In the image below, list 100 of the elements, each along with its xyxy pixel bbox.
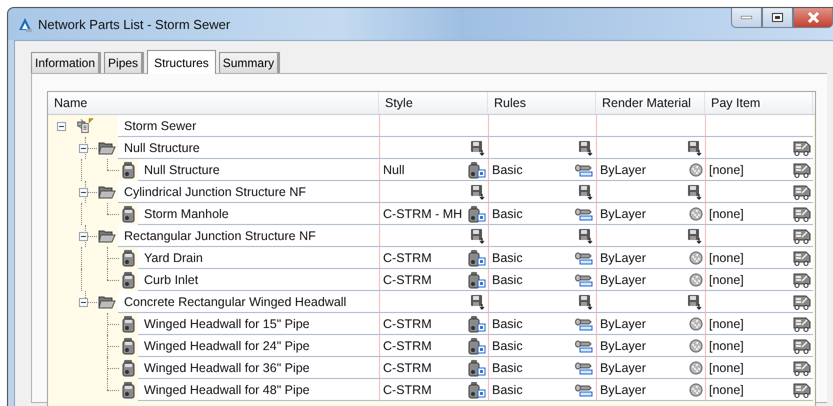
close-button[interactable] bbox=[793, 8, 833, 28]
maximize-button[interactable] bbox=[762, 8, 793, 28]
floppy-icon[interactable] bbox=[578, 184, 594, 200]
style-value: C-STRM bbox=[383, 316, 432, 330]
floppy-icon[interactable] bbox=[578, 228, 594, 244]
pay-item-value: [none] bbox=[709, 316, 744, 330]
collapse-icon[interactable] bbox=[78, 188, 88, 196]
style-value: C-STRM bbox=[383, 250, 432, 264]
render-material-value: ByLayer bbox=[600, 360, 646, 374]
floppy-icon[interactable] bbox=[470, 140, 486, 156]
render-material-value: ByLayer bbox=[600, 272, 646, 286]
collapse-icon[interactable] bbox=[78, 144, 88, 152]
style-value: C-STRM bbox=[383, 272, 432, 286]
cart-icon[interactable] bbox=[793, 140, 811, 156]
sphere-icon[interactable] bbox=[689, 316, 703, 330]
cart-icon[interactable] bbox=[793, 272, 811, 288]
floppy-icon[interactable] bbox=[687, 140, 703, 156]
name-cell: Null Structure bbox=[118, 137, 379, 159]
floppy-icon[interactable] bbox=[470, 228, 486, 244]
canister-square-icon[interactable] bbox=[468, 270, 486, 288]
pipe-icon[interactable] bbox=[574, 338, 594, 354]
name-cell: Yard Drain bbox=[138, 247, 379, 269]
network-icon bbox=[76, 117, 94, 135]
pipe-icon[interactable] bbox=[574, 382, 594, 398]
cart-icon[interactable] bbox=[793, 162, 811, 178]
canister-square-icon[interactable] bbox=[468, 336, 486, 354]
pay-item-value: [none] bbox=[709, 250, 744, 264]
cart-icon[interactable] bbox=[793, 250, 811, 266]
cart-icon[interactable] bbox=[793, 338, 811, 354]
column-header[interactable]: Name bbox=[48, 92, 379, 114]
cart-icon[interactable] bbox=[793, 360, 811, 376]
render-material-value: ByLayer bbox=[600, 316, 646, 330]
style-value: Null bbox=[383, 162, 405, 176]
cart-icon[interactable] bbox=[793, 294, 811, 310]
rules-value: Basic bbox=[492, 360, 523, 374]
cart-icon[interactable] bbox=[793, 184, 811, 200]
tab[interactable]: Structures bbox=[147, 50, 216, 74]
pipe-icon[interactable] bbox=[574, 316, 594, 332]
pay-item-value: [none] bbox=[709, 206, 744, 220]
name-cell: Winged Headwall for 15" Pipe bbox=[138, 313, 379, 335]
cart-icon[interactable] bbox=[793, 206, 811, 222]
window-title: Network Parts List - Storm Sewer bbox=[38, 16, 230, 32]
pay-item-value: [none] bbox=[709, 360, 744, 374]
tab[interactable]: Information bbox=[31, 52, 102, 73]
sphere-icon[interactable] bbox=[689, 162, 703, 176]
style-value: C-STRM bbox=[383, 360, 432, 374]
name-cell: Storm Sewer bbox=[118, 115, 379, 137]
sphere-icon[interactable] bbox=[689, 338, 703, 352]
pay-item-value: [none] bbox=[709, 162, 744, 176]
floppy-icon[interactable] bbox=[470, 184, 486, 200]
name-cell: Curb Inlet bbox=[138, 269, 379, 291]
column-header[interactable]: Style bbox=[379, 92, 488, 114]
sphere-icon[interactable] bbox=[689, 250, 703, 264]
sphere-icon[interactable] bbox=[689, 382, 703, 396]
cart-icon[interactable] bbox=[793, 228, 811, 244]
canister-square-icon[interactable] bbox=[468, 160, 486, 178]
sphere-icon[interactable] bbox=[689, 206, 703, 220]
pipe-icon[interactable] bbox=[574, 206, 594, 222]
rules-value: Basic bbox=[492, 316, 523, 330]
floppy-icon[interactable] bbox=[578, 140, 594, 156]
sphere-icon[interactable] bbox=[689, 272, 703, 286]
sphere-icon[interactable] bbox=[689, 360, 703, 374]
close-icon bbox=[806, 12, 820, 23]
cart-icon[interactable] bbox=[793, 382, 811, 398]
canister-square-icon[interactable] bbox=[468, 204, 486, 222]
pay-item-value: [none] bbox=[709, 338, 744, 352]
rules-value: Basic bbox=[492, 272, 523, 286]
floppy-icon[interactable] bbox=[578, 294, 594, 310]
pay-item-value: [none] bbox=[709, 382, 744, 396]
collapse-icon[interactable] bbox=[78, 232, 88, 240]
tab[interactable]: Pipes bbox=[104, 52, 144, 73]
cart-icon[interactable] bbox=[793, 316, 811, 332]
style-value: C-STRM - MH bbox=[383, 206, 462, 220]
floppy-icon[interactable] bbox=[687, 294, 703, 310]
pipe-icon[interactable] bbox=[574, 360, 594, 376]
tab[interactable]: Summary bbox=[218, 52, 280, 73]
minimize-button[interactable] bbox=[731, 8, 762, 28]
canister-square-icon[interactable] bbox=[468, 358, 486, 376]
name-cell: Storm Manhole bbox=[138, 203, 379, 225]
pipe-icon[interactable] bbox=[574, 250, 594, 266]
name-cell: Winged Headwall for 36" Pipe bbox=[138, 357, 379, 379]
floppy-icon[interactable] bbox=[687, 228, 703, 244]
column-header[interactable]: Pay Item bbox=[705, 92, 813, 114]
rules-value: Basic bbox=[492, 206, 523, 220]
floppy-icon[interactable] bbox=[470, 294, 486, 310]
canister-square-icon[interactable] bbox=[468, 248, 486, 266]
render-material-value: ByLayer bbox=[600, 250, 646, 264]
canister-icon bbox=[122, 249, 136, 267]
pipe-icon[interactable] bbox=[574, 162, 594, 178]
canister-square-icon[interactable] bbox=[468, 380, 486, 398]
render-material-value: ByLayer bbox=[600, 162, 646, 176]
collapse-icon[interactable] bbox=[78, 298, 88, 306]
floppy-icon[interactable] bbox=[687, 184, 703, 200]
pipe-icon[interactable] bbox=[574, 272, 594, 288]
column-header[interactable]: Render Material bbox=[596, 92, 705, 114]
collapse-icon[interactable] bbox=[56, 122, 66, 130]
column-header[interactable]: Rules bbox=[488, 92, 596, 114]
style-value: C-STRM bbox=[383, 382, 432, 396]
canister-square-icon[interactable] bbox=[468, 314, 486, 332]
canister-icon bbox=[122, 381, 136, 399]
